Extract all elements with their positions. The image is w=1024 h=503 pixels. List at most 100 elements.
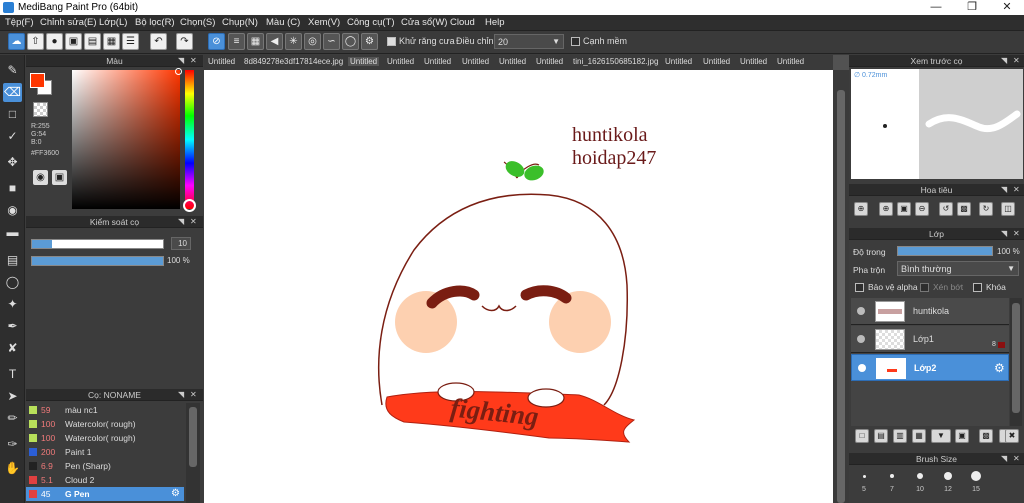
undock-icon[interactable]: ◥ bbox=[1001, 453, 1007, 465]
brush-item[interactable]: 100 Watercolor( rough) bbox=[26, 431, 184, 445]
divide-tool-icon[interactable]: ✏ bbox=[3, 409, 22, 428]
undock-icon[interactable]: ◥ bbox=[1001, 228, 1007, 240]
dot-tool-icon[interactable]: ✓ bbox=[3, 127, 22, 146]
trash-icon[interactable]: ✖ bbox=[1005, 429, 1019, 443]
brush-item[interactable]: 59 màu nc1 bbox=[26, 403, 184, 417]
curve-snap-icon[interactable]: ∽ bbox=[323, 33, 340, 50]
new-halftone-layer-icon[interactable]: ▤ bbox=[874, 429, 888, 443]
close-panel-icon[interactable]: ✕ bbox=[1013, 55, 1020, 67]
brush-size-preset[interactable]: 12 bbox=[939, 465, 957, 493]
circle-snap-icon[interactable]: ◎ bbox=[304, 33, 321, 50]
undo-icon[interactable]: ↶ bbox=[150, 33, 167, 50]
rectangle-tool-icon[interactable]: □ bbox=[3, 105, 22, 124]
message-icon[interactable]: ▣ bbox=[65, 33, 82, 50]
protect-alpha-checkbox[interactable] bbox=[855, 283, 864, 292]
foreground-color-swatch[interactable] bbox=[30, 73, 45, 88]
grid-snap-icon[interactable]: ▦ bbox=[247, 33, 264, 50]
adjust-dropdown[interactable]: 20 ▼ bbox=[494, 34, 564, 49]
bucket-tool-icon[interactable]: ◉ bbox=[3, 201, 22, 220]
scroll-thumb[interactable] bbox=[1012, 303, 1020, 413]
hue-slider[interactable] bbox=[185, 70, 194, 209]
tab-document[interactable]: Untitled bbox=[462, 57, 489, 66]
list-icon[interactable]: ☰ bbox=[122, 33, 139, 50]
clipping-checkbox[interactable] bbox=[920, 283, 929, 292]
hue-handle[interactable] bbox=[183, 199, 196, 212]
close-panel-icon[interactable]: ✕ bbox=[1013, 453, 1020, 465]
tab-document[interactable]: Untitled bbox=[665, 57, 692, 66]
saturation-value-picker[interactable] bbox=[72, 70, 180, 209]
blend-mode-dropdown[interactable]: Bình thường ▼ bbox=[897, 261, 1019, 276]
canvas-scroll-thumb[interactable] bbox=[837, 90, 845, 503]
menu-help[interactable]: Help bbox=[485, 17, 505, 28]
select-tool-icon[interactable]: ▤ bbox=[3, 251, 22, 270]
brush-item[interactable]: 200 Paint 1 bbox=[26, 445, 184, 459]
brush-item[interactable]: 5.1 Cloud 2 bbox=[26, 473, 184, 487]
close-panel-icon[interactable]: ✕ bbox=[190, 55, 197, 67]
undock-icon[interactable]: ◥ bbox=[178, 216, 184, 228]
close-panel-icon[interactable]: ✕ bbox=[1013, 184, 1020, 196]
eye-icon[interactable] bbox=[857, 335, 865, 343]
folder-icon[interactable]: ▣ bbox=[955, 429, 969, 443]
gear-icon[interactable]: ⚙ bbox=[171, 488, 180, 499]
duplicate-layer-icon[interactable]: ▩ bbox=[979, 429, 993, 443]
redo-icon[interactable]: ↷ bbox=[176, 33, 193, 50]
rotate-right-icon[interactable]: ↻ bbox=[979, 202, 993, 216]
tab-document[interactable]: Untitled bbox=[387, 57, 414, 66]
undock-icon[interactable]: ◥ bbox=[178, 389, 184, 401]
brush-tool-icon[interactable]: ✎ bbox=[3, 61, 22, 80]
antialias-checkbox[interactable] bbox=[387, 37, 396, 46]
layer-opacity-slider[interactable] bbox=[897, 246, 993, 256]
tab-document[interactable]: 8d849278e3df17814ece.jpg bbox=[244, 57, 343, 66]
move-tool-icon[interactable]: ✥ bbox=[3, 153, 22, 172]
undock-icon[interactable]: ◥ bbox=[178, 55, 184, 67]
document-icon[interactable]: ▤ bbox=[84, 33, 101, 50]
parallel-snap-icon[interactable]: ≡ bbox=[228, 33, 245, 50]
tab-document[interactable]: Untitled bbox=[424, 57, 451, 66]
menu-tools[interactable]: Công cụ(T) bbox=[347, 17, 395, 28]
menu-edit[interactable]: Chỉnh sửa(E) bbox=[40, 17, 97, 28]
menu-view[interactable]: Xem(V) bbox=[308, 17, 340, 28]
comment-icon[interactable]: ● bbox=[46, 33, 63, 50]
snap-off-icon[interactable]: ⊘ bbox=[208, 33, 225, 50]
new-1bit-layer-icon[interactable]: ▦ bbox=[912, 429, 926, 443]
smooth-edge-checkbox[interactable] bbox=[571, 37, 580, 46]
zoom-fit-icon[interactable]: ▣ bbox=[897, 202, 911, 216]
menu-window[interactable]: Cửa sổ(W) bbox=[401, 17, 447, 28]
magic-wand-tool-icon[interactable]: ✦ bbox=[3, 295, 22, 314]
fill-rect-tool-icon[interactable]: ■ bbox=[3, 179, 22, 198]
drawing-canvas[interactable]: fighting huntikola hoidap247 bbox=[204, 70, 833, 503]
picker-cursor[interactable] bbox=[175, 68, 182, 75]
perspective-snap-icon[interactable]: ◀ bbox=[266, 33, 283, 50]
lasso-tool-icon[interactable]: ◯ bbox=[3, 273, 22, 292]
menu-filter[interactable]: Bộ lọc(R) bbox=[135, 17, 175, 28]
brush-size-preset[interactable]: 15 bbox=[967, 465, 985, 493]
eye-icon[interactable] bbox=[858, 364, 866, 372]
layer-row[interactable]: huntikola bbox=[851, 298, 1009, 325]
tab-document[interactable]: Untitled bbox=[740, 57, 767, 66]
share-icon[interactable]: ⇧ bbox=[27, 33, 44, 50]
close-panel-icon[interactable]: ✕ bbox=[190, 216, 197, 228]
brush-size-value[interactable]: 10 bbox=[171, 237, 191, 250]
hand-tool-icon[interactable]: ✋ bbox=[3, 459, 22, 478]
zoom-actual-icon[interactable]: ⊕ bbox=[879, 202, 893, 216]
scroll-thumb[interactable] bbox=[189, 407, 197, 467]
color-swap-icon[interactable]: ▣ bbox=[52, 170, 67, 185]
select-eraser-tool-icon[interactable]: ✘ bbox=[3, 339, 22, 358]
radial-snap-icon[interactable]: ✳ bbox=[285, 33, 302, 50]
undock-icon[interactable]: ◥ bbox=[1001, 55, 1007, 67]
settings-snap-icon[interactable]: ⚙ bbox=[361, 33, 378, 50]
gear-icon[interactable]: ⚙ bbox=[994, 361, 1005, 375]
tab-document[interactable]: tini_1626150685182.jpg bbox=[573, 57, 658, 66]
flip-icon[interactable]: ▩ bbox=[957, 202, 971, 216]
close-panel-icon[interactable]: ✕ bbox=[190, 389, 197, 401]
transparent-swatch[interactable] bbox=[33, 102, 48, 117]
operation-tool-icon[interactable]: ➤ bbox=[3, 387, 22, 406]
new-layer-icon[interactable]: □ bbox=[855, 429, 869, 443]
undock-icon[interactable]: ◥ bbox=[1001, 184, 1007, 196]
minimize-button[interactable]: — bbox=[918, 0, 954, 15]
tab-document[interactable]: Untitled bbox=[777, 57, 804, 66]
tab-document[interactable]: Untitled bbox=[208, 57, 235, 66]
brush-size-preset[interactable]: 5 bbox=[855, 465, 873, 493]
menu-layer[interactable]: Lớp(L) bbox=[99, 17, 127, 28]
brush-opacity-slider[interactable] bbox=[31, 256, 164, 266]
